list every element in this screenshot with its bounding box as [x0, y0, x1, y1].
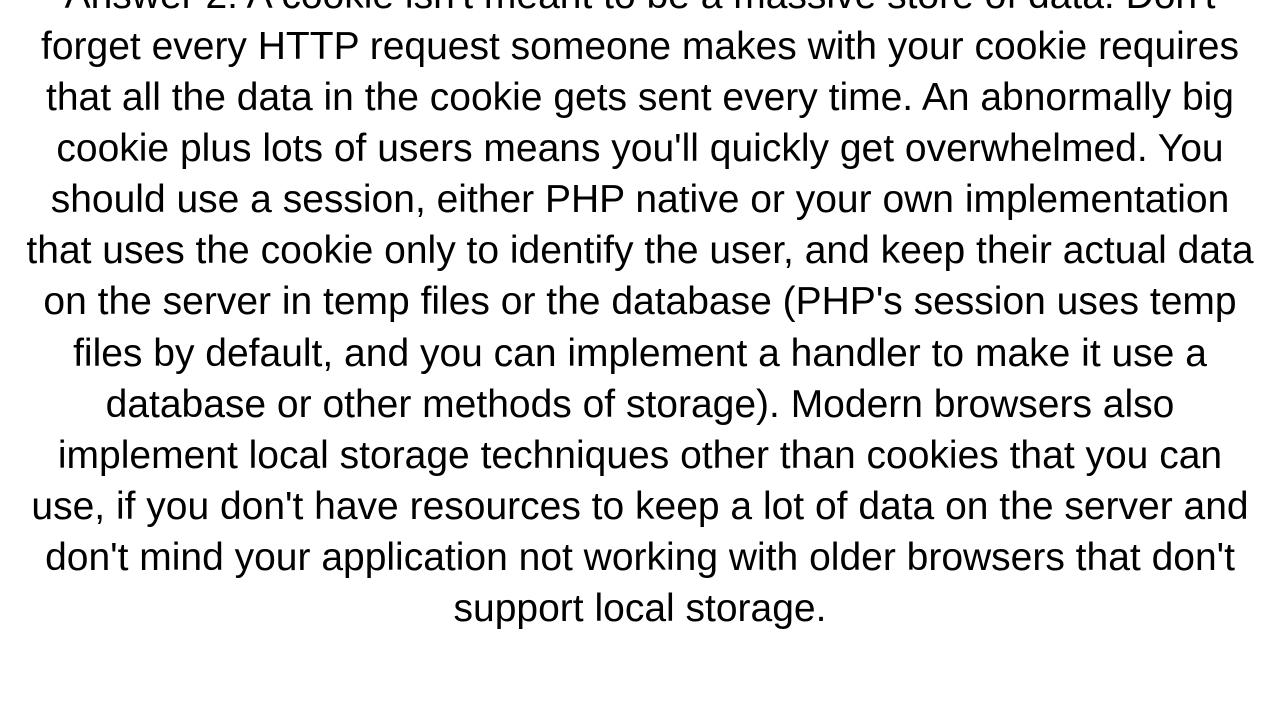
- document-page: Answer 2: A cookie isn't meant to be a m…: [0, 0, 1280, 720]
- answer-body-text: Answer 2: A cookie isn't meant to be a m…: [20, 0, 1260, 634]
